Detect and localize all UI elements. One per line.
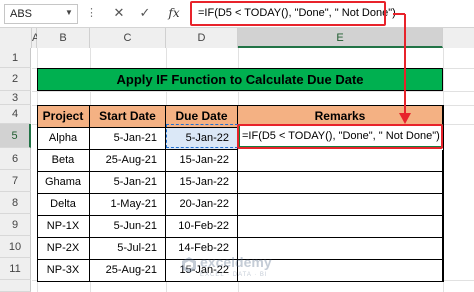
row-header-3[interactable]: 3 [0, 91, 31, 105]
header-start-date[interactable]: Start Date [90, 105, 166, 128]
cell-due-date[interactable]: 5-Jan-22 [166, 128, 238, 150]
enter-icon[interactable]: ✓ [134, 4, 156, 24]
chevron-down-icon[interactable]: ▼ [62, 4, 76, 24]
cancel-icon[interactable]: ✕ [108, 4, 130, 24]
cell-project[interactable]: NP-1X [37, 216, 90, 238]
column-header-e[interactable]: E [238, 28, 443, 48]
row-header-1[interactable]: 1 [0, 48, 31, 68]
exceldemy-logo-icon [182, 257, 196, 273]
cell-start-date[interactable]: 5-Jun-21 [90, 216, 166, 238]
row-header-2[interactable]: 2 [0, 68, 31, 91]
sheet-title[interactable]: Apply IF Function to Calculate Due Date [37, 68, 443, 91]
watermark-name: exceldemy [200, 254, 272, 270]
select-all-corner[interactable] [0, 28, 32, 48]
row-header-5[interactable]: 5 [0, 124, 31, 148]
cell-project[interactable]: Alpha [37, 128, 90, 150]
watermark: exceldemy EXCEL · DATA · BI [180, 252, 330, 286]
active-cell-editor[interactable]: =IF(D5 < TODAY(), "Done", " Not Done") [238, 124, 443, 148]
cell-project[interactable]: Beta [37, 150, 90, 172]
insert-function-icon[interactable]: fx [162, 4, 186, 24]
cell-start-date[interactable]: 25-Aug-21 [90, 150, 166, 172]
cell-remarks[interactable] [238, 150, 443, 172]
cell-remarks[interactable] [238, 216, 443, 238]
cell-due-date[interactable]: 15-Jan-22 [166, 150, 238, 172]
column-header-d[interactable]: D [166, 28, 238, 48]
cell-start-date[interactable]: 5-Jan-21 [90, 128, 166, 150]
cell-start-date[interactable]: 1-May-21 [90, 194, 166, 216]
cell-remarks[interactable] [238, 194, 443, 216]
cell-remarks[interactable] [238, 172, 443, 194]
watermark-tagline: EXCEL · DATA · BI [200, 272, 268, 278]
row-header-6[interactable]: 6 [0, 148, 31, 170]
row-header-11[interactable]: 11 [0, 258, 31, 280]
cell-due-date[interactable]: 20-Jan-22 [166, 194, 238, 216]
cell-due-date[interactable]: 10-Feb-22 [166, 216, 238, 238]
cell-project[interactable]: Delta [37, 194, 90, 216]
cell-due-date[interactable]: 15-Jan-22 [166, 172, 238, 194]
cell-project[interactable]: Ghama [37, 172, 90, 194]
cell-start-date[interactable]: 25-Aug-21 [90, 260, 166, 282]
header-project[interactable]: Project [37, 105, 90, 128]
row-header-8[interactable]: 8 [0, 192, 31, 214]
gridline [32, 91, 474, 92]
cell-start-date[interactable]: 5-Jan-21 [90, 172, 166, 194]
header-due-date[interactable]: Due Date [166, 105, 238, 128]
row-header-12[interactable] [0, 280, 31, 292]
more-options-icon[interactable]: ⋮ [86, 4, 97, 24]
formula-input[interactable]: =IF(D5 < TODAY(), "Done", " Not Done") [190, 3, 466, 25]
row-header-9[interactable]: 9 [0, 214, 31, 236]
cell-start-date[interactable]: 5-Jul-21 [90, 238, 166, 260]
column-header-f[interactable] [443, 28, 474, 48]
row-header-10[interactable]: 10 [0, 236, 31, 258]
column-header-c[interactable]: C [90, 28, 166, 48]
row-header-7[interactable]: 7 [0, 170, 31, 192]
gridline [443, 48, 444, 292]
cell-project[interactable]: NP-3X [37, 260, 90, 282]
row-header-4[interactable]: 4 [0, 105, 31, 124]
column-header-b[interactable]: B [37, 28, 90, 48]
cell-project[interactable]: NP-2X [37, 238, 90, 260]
